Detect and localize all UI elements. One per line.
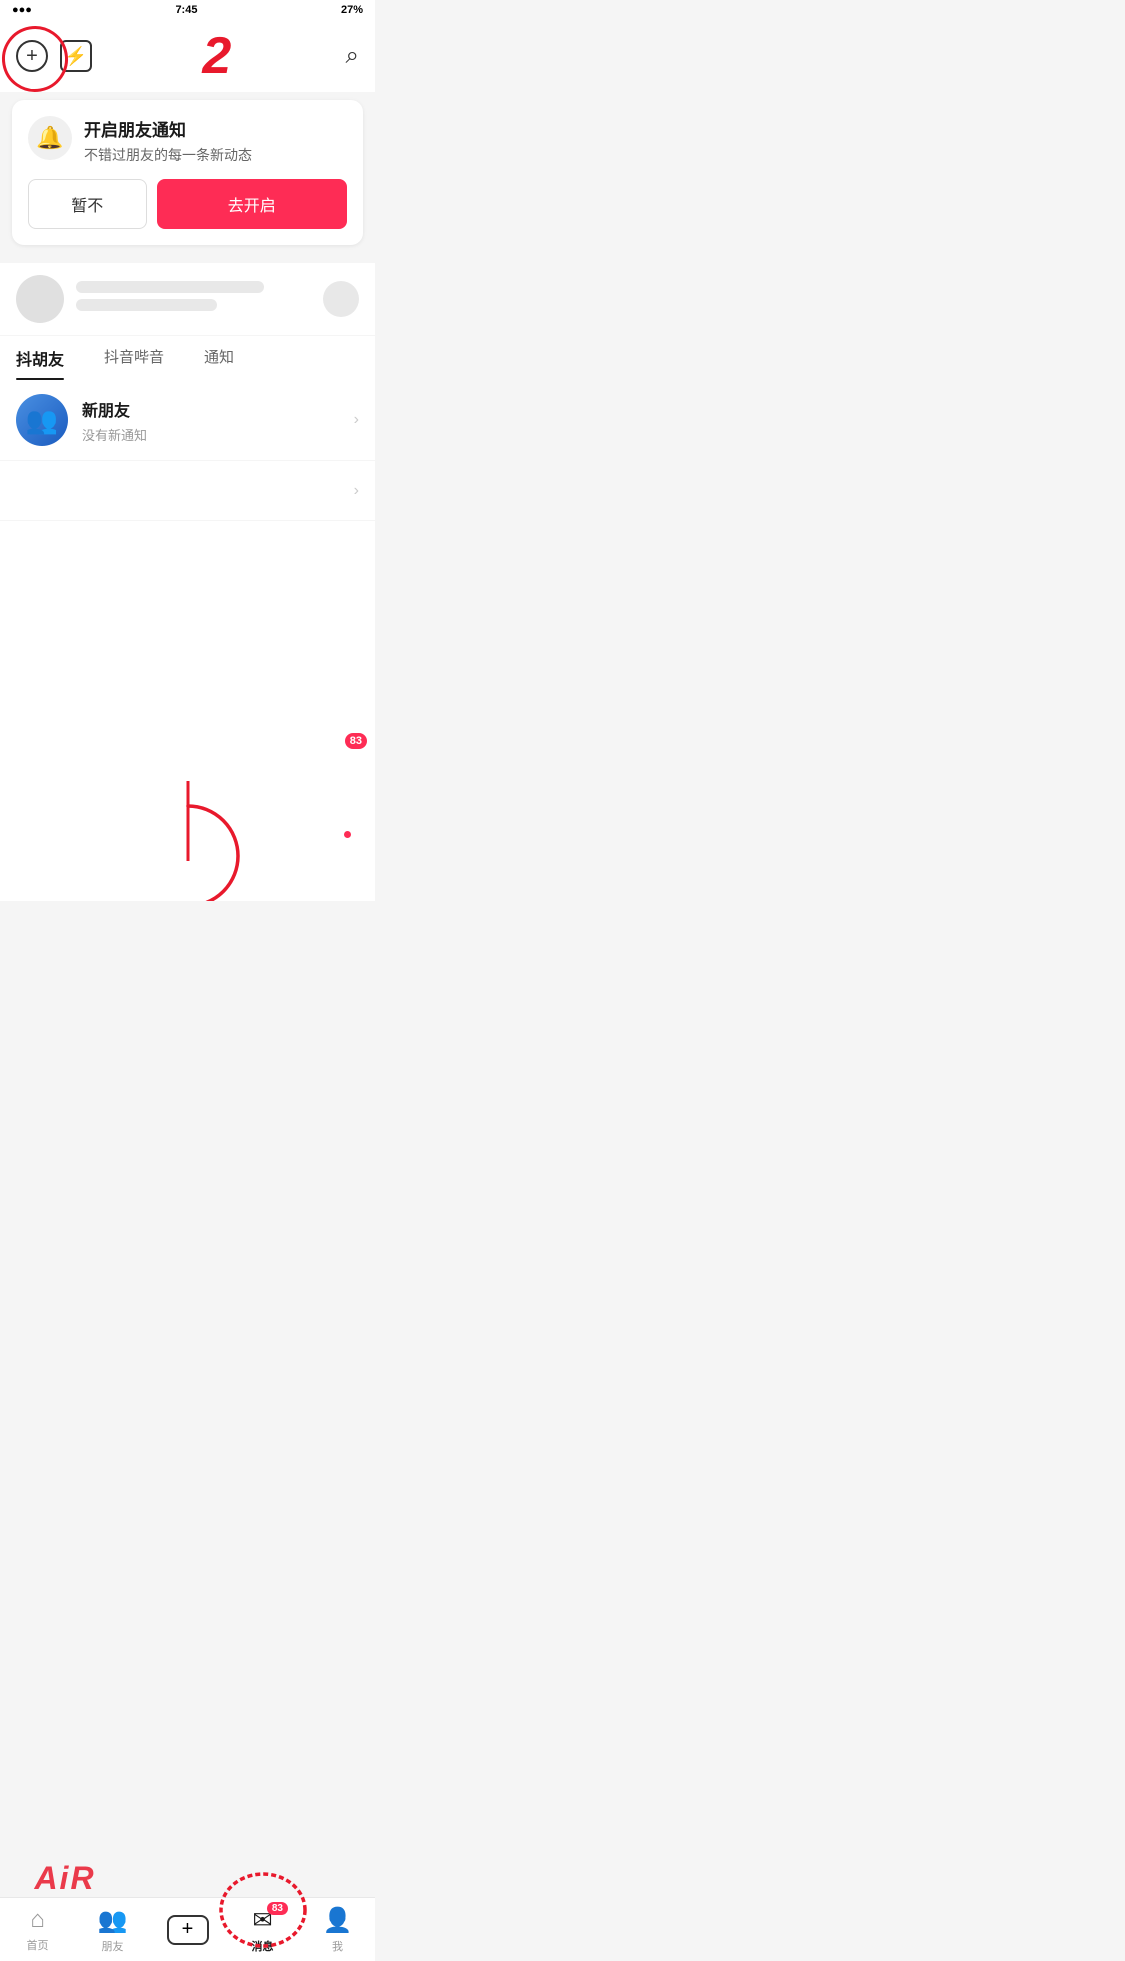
nav-profile[interactable]: 👤 我 <box>300 1898 375 1961</box>
friends-icon: 👥 <box>98 1906 128 1935</box>
spacer-1 <box>0 253 375 263</box>
chevron-right-icon-2: › <box>354 482 359 500</box>
blurred-line-1 <box>76 281 264 293</box>
search-button[interactable]: ⌕ <box>346 42 359 70</box>
search-icon: ⌕ <box>346 42 359 69</box>
bell-symbol: 🔔 <box>36 125 63 151</box>
annotation-area <box>0 781 375 901</box>
header: + ⚡ 2 ⌕ <box>0 20 375 92</box>
cancel-button[interactable]: 暂不 <box>28 179 147 229</box>
tab-label-0: 抖胡友 <box>16 352 64 369</box>
tab-label-2: 通知 <box>204 349 234 366</box>
red-arc-annotation <box>133 801 243 901</box>
blurred-line-2 <box>76 299 217 311</box>
add-button[interactable]: + <box>16 40 48 72</box>
lightning-icon: ⚡ <box>65 46 87 67</box>
profile-label: 我 <box>332 1938 343 1954</box>
time: 7:45 <box>175 4 197 16</box>
tab-label-1: 抖音哔音 <box>104 349 164 366</box>
notif-header: 🔔 开启朋友通知 不错过朋友的每一条新动态 <box>28 116 347 165</box>
signal-icons: ●●● <box>12 4 32 16</box>
tab-tongzhi[interactable]: 通知 <box>204 346 234 380</box>
friends-label: 朋友 <box>102 1938 124 1954</box>
confirm-button[interactable]: 去开启 <box>157 179 348 229</box>
plus-box[interactable]: + <box>167 1915 209 1945</box>
nav-home[interactable]: ⌂ 首页 <box>0 1898 75 1961</box>
air-watermark: AiR <box>0 1860 130 1897</box>
notif-subtitle: 不错过朋友的每一条新动态 <box>84 145 252 165</box>
red-annotation-2: 2 <box>202 30 231 82</box>
nav-plus[interactable]: + <box>150 1898 225 1961</box>
notif-text: 开启朋友通知 不错过朋友的每一条新动态 <box>84 116 252 165</box>
blurred-profile-row <box>0 263 375 336</box>
add-icon: + <box>26 45 38 68</box>
nav-messages[interactable]: 83 ✉ 消息 <box>225 1898 300 1961</box>
blurred-right-avatar <box>323 281 359 317</box>
home-icon: ⌂ <box>30 1906 45 1934</box>
profile-icon: 👤 <box>323 1906 353 1935</box>
friend-avatar-icon: 👥 <box>26 405 58 436</box>
status-bar: ●●● 7:45 27% <box>0 0 375 20</box>
page-wrapper: ●●● 7:45 27% + ⚡ 2 ⌕ 🔔 开启朋友通知 不错过朋友的每一条新… <box>0 0 375 965</box>
bottom-nav: ⌂ 首页 👥 朋友 + 83 ✉ 消息 👤 我 <box>0 1897 375 1961</box>
notif-title: 开启朋友通知 <box>84 116 252 141</box>
tab-douyin[interactable]: 抖音哔音 <box>104 346 164 380</box>
notif-buttons: 暂不 去开启 <box>28 179 347 229</box>
empty-row[interactable]: › <box>0 461 375 521</box>
tab-douhuyou[interactable]: 抖胡友 <box>16 346 64 380</box>
friend-name: 新朋友 <box>82 397 340 421</box>
blurred-lines <box>76 281 311 317</box>
blurred-avatar <box>16 275 64 323</box>
badge-count: 83 <box>345 733 367 749</box>
friend-avatar: 👥 <box>16 394 68 446</box>
bell-icon: 🔔 <box>28 116 72 160</box>
notification-card: 🔔 开启朋友通知 不错过朋友的每一条新动态 暂不 去开启 <box>12 100 363 245</box>
badge-area: 83 <box>0 721 375 781</box>
header-left: + ⚡ <box>16 40 92 72</box>
content-area <box>0 521 375 721</box>
friend-status: 没有新通知 <box>82 425 340 444</box>
friend-info: 新朋友 没有新通知 <box>82 397 340 444</box>
message-badge-top: 83 <box>345 731 367 749</box>
plus-icon: + <box>182 1918 194 1941</box>
battery: 27% <box>341 4 363 16</box>
section-tabs: 抖胡友 抖音哔音 通知 <box>0 336 375 380</box>
home-label: 首页 <box>27 1937 49 1953</box>
red-dot-annotation <box>344 831 351 838</box>
nav-friends[interactable]: 👥 朋友 <box>75 1898 150 1961</box>
chevron-right-icon: › <box>354 411 359 429</box>
new-friends-row[interactable]: 👥 新朋友 没有新通知 › <box>0 380 375 461</box>
red-circle-annotation <box>218 1870 308 1950</box>
